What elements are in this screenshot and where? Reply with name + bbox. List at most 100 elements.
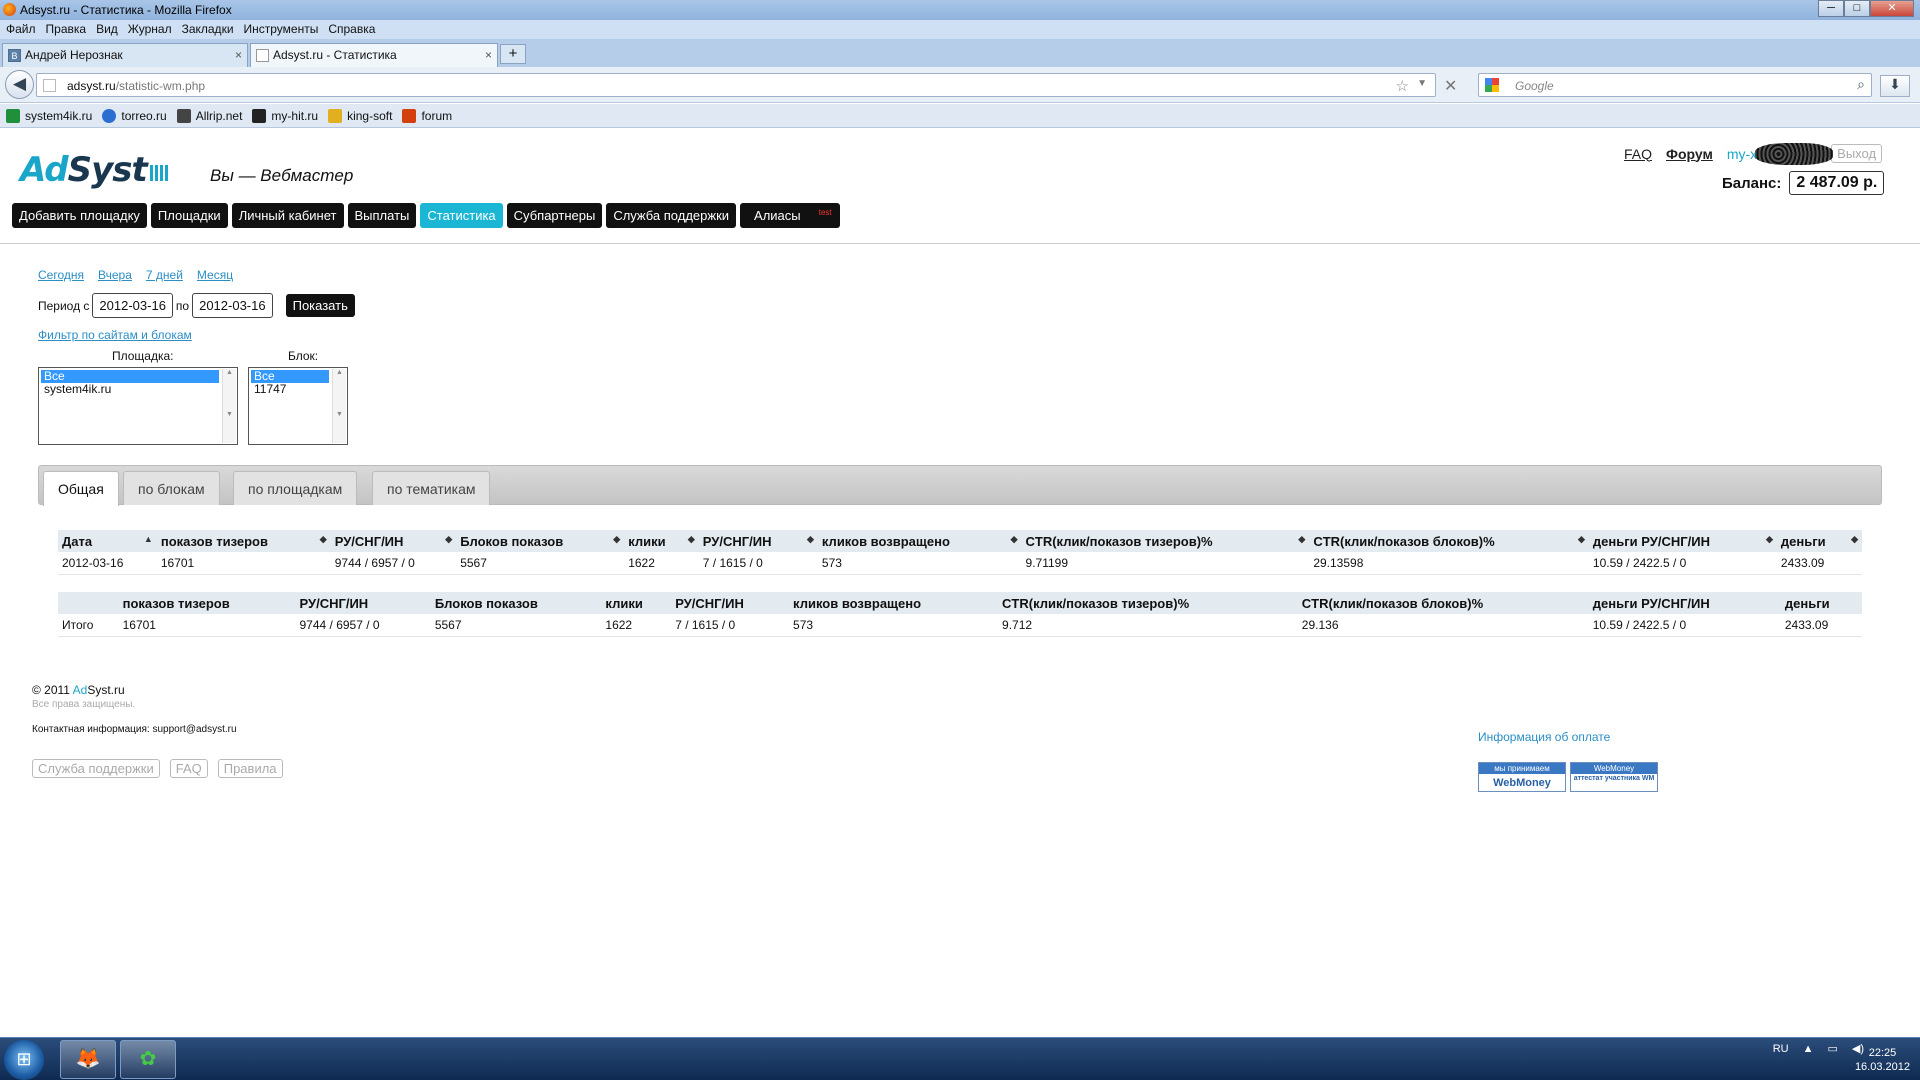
new-tab-button[interactable]: +: [500, 44, 526, 64]
sort-icon[interactable]: ◆: [613, 534, 620, 545]
col-date[interactable]: Дата ▲: [58, 530, 157, 552]
webmoney-attestat-badge[interactable]: WebMoney аттестат участника WM: [1570, 762, 1658, 792]
exit-button[interactable]: Выход: [1831, 144, 1883, 163]
url-dropdown-icon[interactable]: ▼: [1417, 78, 1427, 89]
col-money[interactable]: деньги ◆: [1776, 530, 1862, 552]
network-icon[interactable]: ▭: [1827, 1042, 1837, 1055]
menu-tools[interactable]: Инструменты: [244, 20, 319, 39]
bookmark-item[interactable]: Allrip.net: [176, 108, 242, 123]
block-option[interactable]: 11747: [251, 383, 329, 396]
tab-by-sites[interactable]: по площадкам: [233, 471, 358, 505]
bookmark-item[interactable]: torreo.ru: [102, 108, 167, 123]
adsyst-logo[interactable]: AdSyst: [20, 150, 170, 190]
col-clicks[interactable]: клики ◆: [624, 530, 699, 552]
date-from-input[interactable]: 2012-03-16: [92, 293, 173, 318]
start-button[interactable]: ⊞: [4, 1040, 44, 1080]
site-select-scrollbar[interactable]: ▲ ▼: [222, 369, 236, 443]
menu-edit[interactable]: Правка: [46, 20, 87, 39]
footer-faq-button[interactable]: FAQ: [169, 759, 208, 778]
google-icon[interactable]: [1485, 78, 1499, 92]
date-to-input[interactable]: 2012-03-16: [192, 293, 273, 318]
block-select-scrollbar[interactable]: ▲ ▼: [332, 369, 346, 443]
webmoney-accept-badge[interactable]: мы принимаем WebMoney: [1478, 762, 1566, 792]
url-bar[interactable]: adsyst.ru/statistic-wm.php ☆ ▼: [36, 73, 1436, 97]
menu-subpartners[interactable]: Субпартнеры: [506, 203, 603, 228]
menu-account[interactable]: Личный кабинет: [231, 203, 344, 228]
tab-general[interactable]: Общая: [43, 471, 119, 506]
tab-by-topics[interactable]: по тематикам: [372, 471, 491, 505]
tray-arrow-icon[interactable]: ▲: [1803, 1043, 1814, 1055]
bookmark-star-icon[interactable]: ☆: [1396, 77, 1409, 95]
forum-link[interactable]: Форум: [1666, 146, 1713, 162]
sort-icon[interactable]: ◆: [320, 534, 327, 545]
sort-icon[interactable]: ◆: [1298, 534, 1305, 545]
site-identity-icon[interactable]: [43, 79, 56, 92]
menu-support[interactable]: Служба поддержки: [606, 203, 737, 228]
block-select[interactable]: Все 11747 ▲ ▼: [248, 367, 348, 445]
menu-add-site[interactable]: Добавить площадку: [12, 203, 147, 228]
payment-info-link[interactable]: Информация об оплате: [1478, 730, 1610, 744]
footer-support-button[interactable]: Служба поддержки: [32, 759, 160, 778]
menu-statistics[interactable]: Статистика: [420, 203, 503, 228]
search-icon[interactable]: ⌕: [1857, 76, 1865, 93]
sort-icon[interactable]: ◆: [1011, 534, 1018, 545]
bookmark-item[interactable]: my-hit.ru: [252, 108, 318, 123]
search-box[interactable]: Google ⌕: [1478, 73, 1872, 97]
site-select[interactable]: Все system4ik.ru ▲ ▼: [38, 367, 238, 445]
period-7days-link[interactable]: 7 дней: [146, 268, 183, 282]
sort-icon[interactable]: ◆: [445, 534, 452, 545]
bookmark-item[interactable]: king-soft: [328, 108, 392, 123]
site-option[interactable]: system4ik.ru: [41, 383, 219, 396]
sort-icon[interactable]: ◆: [807, 534, 814, 545]
downloads-icon[interactable]: ⬇: [1880, 75, 1910, 97]
menu-bookmarks[interactable]: Закладки: [182, 20, 234, 39]
sort-icon[interactable]: ◆: [1766, 534, 1773, 545]
footer-rules-button[interactable]: Правила: [217, 759, 283, 778]
filter-link[interactable]: Фильтр по сайтам и блокам: [38, 328, 192, 342]
language-indicator[interactable]: RU: [1773, 1043, 1789, 1055]
menu-sites[interactable]: Площадки: [150, 203, 228, 228]
close-window-button[interactable]: ✕: [1870, 0, 1914, 17]
show-button[interactable]: Показать: [285, 294, 355, 317]
maximize-button[interactable]: □: [1844, 0, 1870, 17]
taskbar-icq-icon[interactable]: ✿: [120, 1040, 176, 1079]
faq-link[interactable]: FAQ: [1624, 146, 1652, 162]
back-button[interactable]: ◀: [5, 70, 34, 99]
bookmark-item[interactable]: forum: [402, 108, 452, 123]
col-clicks-returned[interactable]: кликов возвращено ◆: [817, 530, 1022, 552]
browser-tab-vk[interactable]: В Андрей Нерознак ×: [2, 43, 248, 67]
col-clicks-geo[interactable]: РУ/СНГ/ИН ◆: [698, 530, 818, 552]
col-money-geo[interactable]: деньги РУ/СНГ/ИН ◆: [1588, 530, 1777, 552]
col-teaser-shows[interactable]: показов тизеров ◆: [156, 530, 331, 552]
close-tab-icon[interactable]: ×: [485, 44, 492, 66]
bookmark-item[interactable]: system4ik.ru: [6, 108, 92, 123]
menu-help[interactable]: Справка: [328, 20, 375, 39]
sort-asc-icon[interactable]: ▲: [144, 534, 153, 544]
close-tab-icon[interactable]: ×: [235, 44, 242, 66]
minimize-button[interactable]: ─: [1818, 0, 1844, 17]
menu-view[interactable]: Вид: [96, 20, 118, 39]
clock[interactable]: 22:25 16.03.2012: [1855, 1046, 1910, 1074]
period-month-link[interactable]: Месяц: [197, 268, 233, 282]
menu-payouts[interactable]: Выплаты: [347, 203, 417, 228]
menu-aliases[interactable]: Алиасы test: [740, 203, 840, 228]
username-link[interactable]: my-x: [1727, 142, 1833, 165]
stop-icon[interactable]: ✕: [1444, 76, 1457, 96]
window-titlebar: Adsyst.ru - Статистика - Mozilla Firefox…: [0, 0, 1920, 20]
sort-icon[interactable]: ◆: [688, 534, 695, 545]
col-block-shows[interactable]: Блоков показов ◆: [456, 530, 625, 552]
browser-tab-label: Adsyst.ru - Статистика: [273, 48, 397, 62]
taskbar-firefox-icon[interactable]: 🦊: [60, 1040, 116, 1079]
tab-by-blocks[interactable]: по блокам: [123, 471, 220, 505]
menu-history[interactable]: Журнал: [128, 20, 172, 39]
col-ctr-teasers[interactable]: CTR(клик/показов тизеров)% ◆: [1021, 530, 1310, 552]
cell-clicks-geo: 7 / 1615 / 0: [671, 614, 790, 637]
sort-icon[interactable]: ◆: [1851, 534, 1858, 545]
sort-icon[interactable]: ◆: [1578, 534, 1585, 545]
menu-file[interactable]: Файл: [6, 20, 36, 39]
period-yesterday-link[interactable]: Вчера: [98, 268, 132, 282]
browser-tab-adsyst[interactable]: Adsyst.ru - Статистика ×: [250, 43, 498, 67]
period-today-link[interactable]: Сегодня: [38, 268, 84, 282]
col-ctr-blocks[interactable]: CTR(клик/показов блоков)% ◆: [1309, 530, 1589, 552]
col-shows-geo[interactable]: РУ/СНГ/ИН ◆: [330, 530, 457, 552]
